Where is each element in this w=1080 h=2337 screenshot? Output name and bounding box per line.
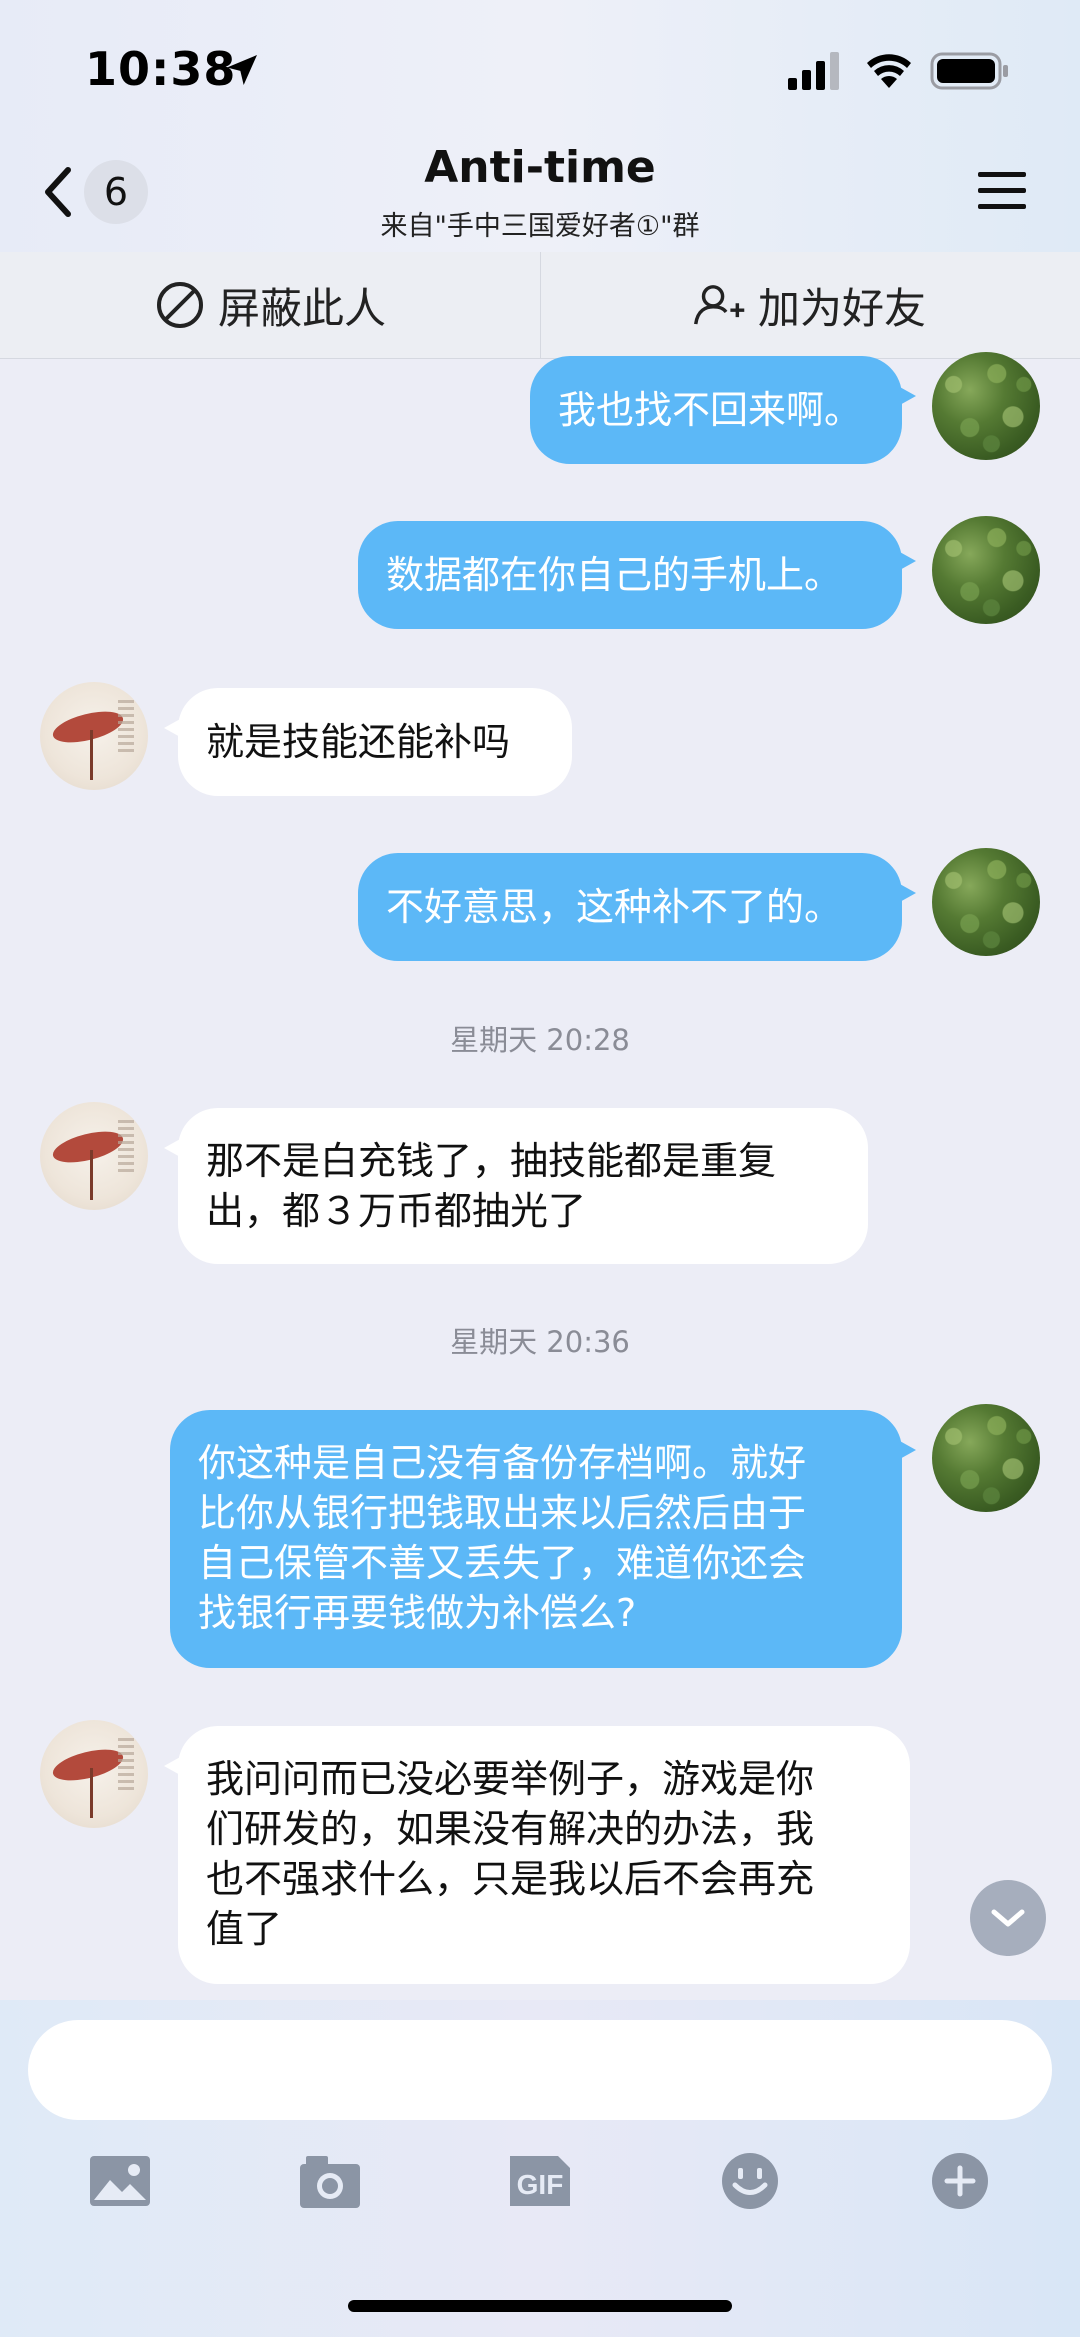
home-indicator: [348, 2300, 732, 2312]
contact-avatar[interactable]: [40, 1102, 148, 1210]
message-line: 比你从银行把钱取出来以后然后由于: [198, 1491, 807, 1535]
message-line: 我问问而已没必要举例子，游戏是你: [206, 1757, 815, 1801]
location-arrow-icon: [227, 55, 257, 85]
contact-avatar[interactable]: [40, 1720, 148, 1828]
block-icon: [156, 282, 203, 328]
camera-icon[interactable]: [298, 2152, 362, 2210]
message-text: 就是技能还能补吗: [206, 720, 511, 764]
self-avatar[interactable]: [932, 516, 1040, 624]
message-bubble-self[interactable]: 你这种是自己没有备份存档啊。就好 比你从银行把钱取出来以后然后由于 自己保管不善…: [170, 1410, 916, 1668]
add-friend-label: 加为好友: [757, 283, 926, 333]
self-avatar[interactable]: [932, 1404, 1040, 1512]
stranger-action-bar: 屏蔽此人 加为好友: [0, 252, 1080, 359]
block-user-label: 屏蔽此人: [217, 283, 386, 333]
gif-icon[interactable]: GIF: [508, 2152, 572, 2210]
battery-icon: [930, 52, 1008, 90]
message-line: 你这种是自己没有备份存档啊。就好: [198, 1441, 807, 1485]
status-time: 10:38: [85, 42, 237, 96]
add-user-icon: [693, 285, 745, 325]
message-bubble-self[interactable]: 数据都在你自己的手机上。: [358, 521, 916, 629]
message-line: 们研发的，如果没有解决的办法，我: [206, 1807, 815, 1851]
menu-icon[interactable]: [976, 166, 1028, 216]
contact-avatar[interactable]: [40, 682, 148, 790]
add-friend-button[interactable]: 加为好友: [540, 252, 1080, 358]
message-bubble-contact[interactable]: 那不是白充钱了，抽技能都是重复 出，都３万币都抽光了: [164, 1108, 868, 1264]
image-icon[interactable]: [88, 2152, 152, 2210]
message-line: 找银行再要钱做为补偿么?: [198, 1591, 637, 1635]
message-bubble-contact[interactable]: 我问问而已没必要举例子，游戏是你 们研发的，如果没有解决的办法，我 也不强求什么…: [164, 1726, 910, 1984]
message-line: 自己保管不善又丢失了，难道你还会: [198, 1541, 807, 1585]
message-text: 不好意思，这种补不了的。: [386, 885, 843, 929]
chevron-down-icon: [991, 1909, 1025, 1956]
message-text: 我也找不回来啊。: [558, 388, 863, 432]
scroll-to-bottom-button[interactable]: [970, 1880, 1046, 1956]
self-avatar[interactable]: [932, 848, 1040, 956]
self-avatar[interactable]: [932, 352, 1040, 460]
chat-subtitle: 来自"手中三国爱好者①"群: [380, 211, 700, 242]
cellular-signal-icon: [788, 52, 839, 90]
message-line: 值了: [206, 1907, 283, 1951]
message-text: 数据都在你自己的手机上。: [386, 553, 843, 597]
plus-icon[interactable]: [928, 2152, 992, 2210]
chat-title: Anti-time: [424, 142, 656, 193]
gif-label: GIF: [517, 2169, 564, 2200]
wifi-icon: [867, 54, 911, 88]
message-timestamp: 星期天 20:36: [450, 1325, 630, 1359]
emoji-icon[interactable]: [718, 2152, 782, 2210]
message-timestamp: 星期天 20:28: [450, 1023, 630, 1057]
message-line: 那不是白充钱了，抽技能都是重复: [206, 1139, 777, 1183]
message-bubble-contact[interactable]: 就是技能还能补吗: [164, 688, 572, 796]
message-line: 也不强求什么，只是我以后不会再充: [206, 1857, 815, 1901]
message-line: 出，都３万币都抽光了: [206, 1189, 587, 1233]
message-bubble-self[interactable]: 不好意思，这种补不了的。: [358, 853, 916, 961]
message-input[interactable]: [28, 2020, 1052, 2120]
block-user-button[interactable]: 屏蔽此人: [0, 252, 540, 358]
message-bubble-self[interactable]: 我也找不回来啊。: [530, 356, 916, 464]
